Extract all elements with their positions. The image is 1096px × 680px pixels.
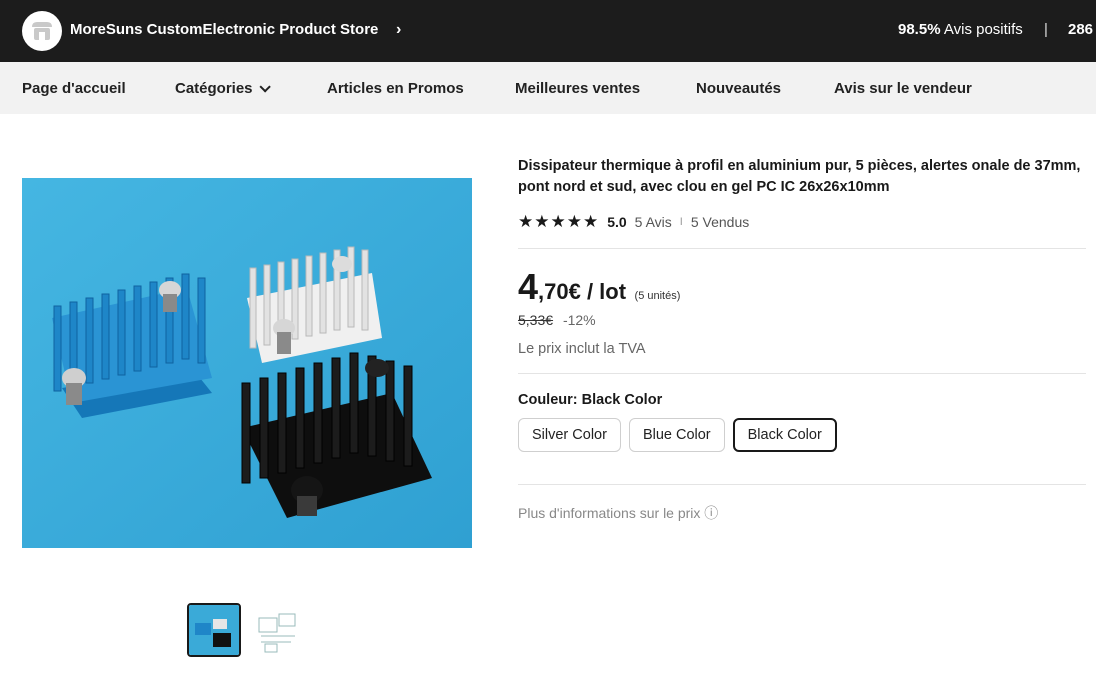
store-rating-pct: 98.5%	[898, 21, 941, 38]
color-options: Silver Color Blue Color Black Color	[518, 418, 837, 452]
thumbnail-photo-2	[251, 604, 303, 656]
thumbnail-2[interactable]	[250, 603, 304, 657]
nav-new[interactable]: Nouveautés	[696, 80, 781, 97]
chevron-down-icon	[258, 81, 271, 93]
heatsink-photo	[22, 178, 472, 548]
store-rating-text: Avis positifs	[943, 21, 1023, 38]
store-header: MoreSuns CustomElectronic Product Store …	[0, 0, 1096, 62]
rating-value: 5.0	[607, 214, 627, 230]
divider	[518, 248, 1086, 249]
sold-count: 5 Vendus	[690, 214, 750, 230]
star-rating-icon: ★★★★★	[518, 212, 600, 231]
store-separator: |	[1044, 21, 1048, 38]
color-option-silver[interactable]: Silver Color	[518, 418, 621, 452]
store-rating: 98.5% Avis positifs	[898, 21, 1023, 38]
nav-promos[interactable]: Articles en Promos	[327, 80, 464, 97]
discount-badge: -12%	[562, 312, 596, 328]
color-label: Couleur: Black Color	[518, 392, 663, 408]
old-price: 5,33€	[518, 312, 554, 328]
store-nav: Page d'accueil Catégories Articles en Pr…	[0, 62, 1096, 114]
nav-categories[interactable]: Catégories	[175, 80, 271, 97]
thumbnail-1[interactable]	[187, 603, 241, 657]
store-followers: 286	[1068, 21, 1094, 38]
reviews-link[interactable]: 5 Avis	[635, 214, 672, 230]
color-option-black[interactable]: Black Color	[732, 418, 837, 452]
store-logo[interactable]	[22, 11, 62, 51]
store-name-link[interactable]: MoreSuns CustomElectronic Product Store	[70, 21, 378, 38]
storefront-icon	[32, 22, 52, 40]
more-price-info-link[interactable]: Plus d'informations sur le prix ⓘ	[518, 503, 718, 523]
price-units: (5 unités)	[634, 290, 681, 302]
chevron-right-icon[interactable]: ›	[396, 21, 401, 39]
price-decimal-unit: ,70€ / lot	[538, 279, 627, 304]
thumbnail-photo-1	[189, 605, 239, 655]
price-integer: 4	[518, 266, 539, 307]
nav-home[interactable]: Page d'accueil	[22, 80, 126, 97]
price: 4,70€ / lot (5 unités)	[518, 266, 680, 308]
divider	[518, 373, 1086, 374]
color-option-blue[interactable]: Blue Color	[628, 418, 725, 452]
product-title: Dissipateur thermique à profil en alumin…	[518, 158, 1081, 195]
product-main-image[interactable]	[22, 178, 472, 548]
old-price-row: 5,33€ -12%	[518, 312, 596, 328]
divider	[518, 484, 1086, 485]
rating-separator: I	[679, 216, 683, 228]
vat-note: Le prix inclut la TVA	[518, 341, 646, 357]
rating-row: ★★★★★ 5.0 5 Avis I 5 Vendus	[518, 212, 749, 232]
nav-seller-reviews[interactable]: Avis sur le vendeur	[834, 80, 972, 97]
nav-best-sellers[interactable]: Meilleures ventes	[515, 80, 640, 97]
nav-categories-label: Catégories	[175, 80, 253, 97]
